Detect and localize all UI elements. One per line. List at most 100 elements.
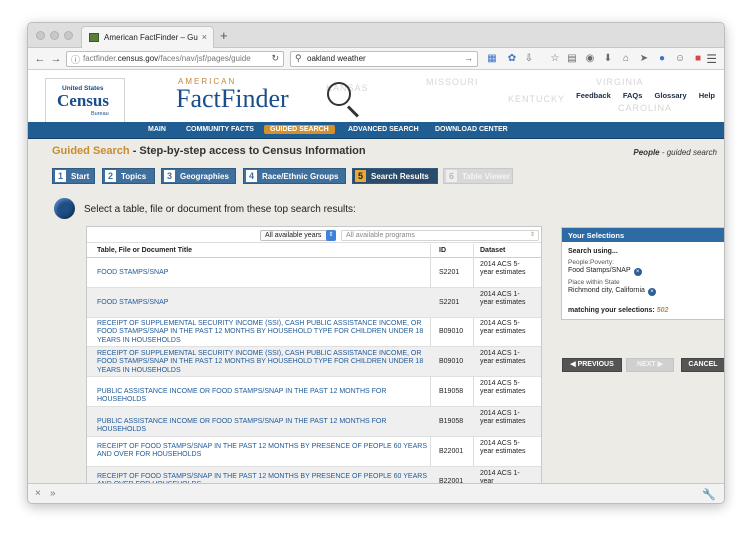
- feedback-link[interactable]: Feedback: [576, 91, 611, 100]
- downloads-icon[interactable]: ⬇: [602, 53, 614, 65]
- search-icon: ⚲: [295, 53, 302, 63]
- reading-list-icon[interactable]: ▤: [566, 53, 578, 65]
- result-id: S2201: [439, 299, 460, 306]
- topic-selection: Food Stamps/SNAP ×: [568, 267, 642, 276]
- site-header: KANSAS MISSOURI KENTUCKY VIRGINIA CAROLI…: [28, 70, 724, 122]
- help-link[interactable]: Help: [699, 91, 715, 100]
- result-title-link[interactable]: FOOD STAMPS/SNAP: [97, 299, 427, 307]
- result-title-link[interactable]: RECEIPT OF SUPPLEMENTAL SECURITY INCOME …: [97, 320, 427, 345]
- browser-tab[interactable]: American FactFinder – Guid… ×: [81, 26, 214, 49]
- site-info-icon[interactable]: ⓘ: [71, 53, 80, 66]
- geo-label: Place within State: [568, 279, 620, 286]
- nav-community-facts[interactable]: COMMUNITY FACTS: [180, 125, 260, 134]
- years-select[interactable]: All available years ⇕: [260, 230, 336, 241]
- step-topics[interactable]: 2 Topics: [102, 168, 155, 184]
- selections-header: Your Selections: [562, 228, 724, 242]
- bottom-toolbar: × » 🔧: [28, 483, 724, 503]
- table-row: PUBLIC ASSISTANCE INCOME OR FOOD STAMPS/…: [87, 377, 541, 407]
- reload-icon[interactable]: ↻: [271, 53, 279, 64]
- top-links: Feedback FAQs Glossary Help: [566, 91, 715, 100]
- column-id[interactable]: ID: [439, 247, 446, 254]
- column-dataset[interactable]: Dataset: [480, 247, 505, 254]
- wrench-icon[interactable]: 🔧: [702, 488, 716, 501]
- remove-topic-icon[interactable]: ×: [633, 268, 642, 276]
- new-tab-button[interactable]: +: [220, 28, 228, 43]
- forward-icon[interactable]: →: [49, 52, 63, 66]
- main-navigation: MAIN COMMUNITY FACTS GUIDED SEARCH ADVAN…: [28, 122, 724, 139]
- pocket-icon[interactable]: ◉: [584, 53, 596, 65]
- your-selections-panel: Your Selections Search using... People:P…: [561, 227, 724, 320]
- instruction-text: Select a table, file or document from th…: [84, 204, 356, 215]
- search-bar[interactable]: ⚲ oakland weather →: [290, 51, 478, 67]
- navigation-toolbar: ← → ⓘ factfinder.census.gov/faces/nav/js…: [28, 48, 724, 70]
- step-search-results[interactable]: 5 Search Results: [352, 168, 438, 184]
- census-bureau-logo[interactable]: United States Census Bureau: [45, 78, 125, 122]
- geo-selection: Richmond city, California ×: [568, 287, 656, 296]
- zoom-window-button[interactable]: [64, 31, 73, 40]
- fingerprint-icon[interactable]: ✿: [506, 53, 518, 65]
- result-title-link[interactable]: PUBLIC ASSISTANCE INCOME OR FOOD STAMPS/…: [97, 418, 427, 435]
- tab-title: American FactFinder – Guid…: [104, 33, 198, 42]
- addon-red-icon[interactable]: ■: [692, 53, 704, 65]
- step-race-ethnic-groups[interactable]: 4 Race/Ethnic Groups: [243, 168, 346, 184]
- bookmark-star-icon[interactable]: ☆: [549, 53, 561, 65]
- step-start[interactable]: 1 Start: [52, 168, 95, 184]
- search-mode-label: People - guided search: [633, 148, 717, 157]
- column-title[interactable]: Table, File or Document Title: [97, 247, 192, 254]
- nav-advanced-search[interactable]: ADVANCED SEARCH: [342, 125, 425, 134]
- step-geographies[interactable]: 3 Geographies: [161, 168, 236, 184]
- nav-download-center[interactable]: DOWNLOAD CENTER: [429, 125, 514, 134]
- previous-button[interactable]: ◀ PREVIOUS: [562, 358, 622, 372]
- result-id: B19058: [439, 388, 464, 395]
- close-window-button[interactable]: [36, 31, 45, 40]
- table-row: RECEIPT OF SUPPLEMENTAL SECURITY INCOME …: [87, 318, 541, 347]
- table-row: RECEIPT OF FOOD STAMPS/SNAP IN THE PAST …: [87, 437, 541, 467]
- search-go-icon[interactable]: →: [464, 53, 473, 63]
- download-icon[interactable]: ⇩: [523, 53, 535, 65]
- glossary-link[interactable]: Glossary: [655, 91, 687, 100]
- result-title-link[interactable]: PUBLIC ASSISTANCE INCOME OR FOOD STAMPS/…: [97, 388, 427, 405]
- browser-window: American FactFinder – Guid… × + ← → ⓘ fa…: [27, 22, 725, 504]
- nav-guided-search[interactable]: GUIDED SEARCH: [264, 125, 335, 134]
- results-table: All available years ⇕ All available progr…: [86, 226, 542, 483]
- result-id: B22001: [439, 448, 464, 455]
- result-title-link[interactable]: RECEIPT OF FOOD STAMPS/SNAP IN THE PAST …: [97, 473, 427, 483]
- home-icon[interactable]: ⌂: [620, 53, 632, 65]
- result-title-link[interactable]: RECEIPT OF FOOD STAMPS/SNAP IN THE PAST …: [97, 443, 427, 460]
- result-title-link[interactable]: FOOD STAMPS/SNAP: [97, 269, 427, 277]
- menu-icon[interactable]: ☰: [706, 52, 717, 66]
- search-query: oakland weather: [307, 54, 366, 63]
- tab-close-icon[interactable]: ×: [202, 32, 207, 42]
- drop-icon[interactable]: ●: [656, 53, 668, 65]
- result-dataset: 2014 ACS 1-year estimates: [480, 350, 526, 366]
- table-row: RECEIPT OF SUPPLEMENTAL SECURITY INCOME …: [87, 347, 541, 377]
- close-toolbar-icon[interactable]: ×: [35, 488, 41, 499]
- factfinder-logo[interactable]: FactFinder: [176, 84, 289, 114]
- emoji-icon[interactable]: ☺: [674, 53, 686, 65]
- tab-strip: American FactFinder – Guid… × +: [28, 23, 724, 49]
- minimize-window-button[interactable]: [50, 31, 59, 40]
- remove-geo-icon[interactable]: ×: [647, 288, 656, 296]
- result-id: B19058: [439, 418, 464, 425]
- table-row: PUBLIC ASSISTANCE INCOME OR FOOD STAMPS/…: [87, 407, 541, 437]
- back-icon[interactable]: ←: [33, 52, 47, 66]
- match-count: matching your selections: 502: [568, 307, 669, 314]
- cancel-button[interactable]: CANCEL: [681, 358, 724, 372]
- faqs-link[interactable]: FAQs: [623, 91, 643, 100]
- nav-main[interactable]: MAIN: [142, 125, 172, 134]
- send-icon[interactable]: ➤: [638, 53, 650, 65]
- result-dataset: 2014 ACS 1-year estimates: [480, 291, 526, 307]
- result-dataset: 2014 ACS 5-year estimates: [480, 380, 526, 396]
- result-dataset: 2014 ACS 5-year estimates: [480, 320, 526, 336]
- programs-select[interactable]: All available programs ⇕: [341, 230, 539, 241]
- web-page: KANSAS MISSOURI KENTUCKY VIRGINIA CAROLI…: [28, 70, 724, 483]
- url-bar[interactable]: ⓘ factfinder.census.gov/faces/nav/jsf/pa…: [66, 51, 284, 67]
- search-using-label: Search using...: [568, 248, 618, 255]
- result-title-link[interactable]: RECEIPT OF SUPPLEMENTAL SECURITY INCOME …: [97, 350, 427, 375]
- bullet-icon: [54, 198, 75, 219]
- select-arrow-icon: ⇕: [326, 230, 336, 241]
- chevron-right-icon[interactable]: »: [50, 488, 56, 499]
- extension-icon[interactable]: ▦: [486, 53, 498, 65]
- result-id: B09010: [439, 358, 464, 365]
- result-dataset: 2014 ACS 5-year estimates: [480, 440, 526, 456]
